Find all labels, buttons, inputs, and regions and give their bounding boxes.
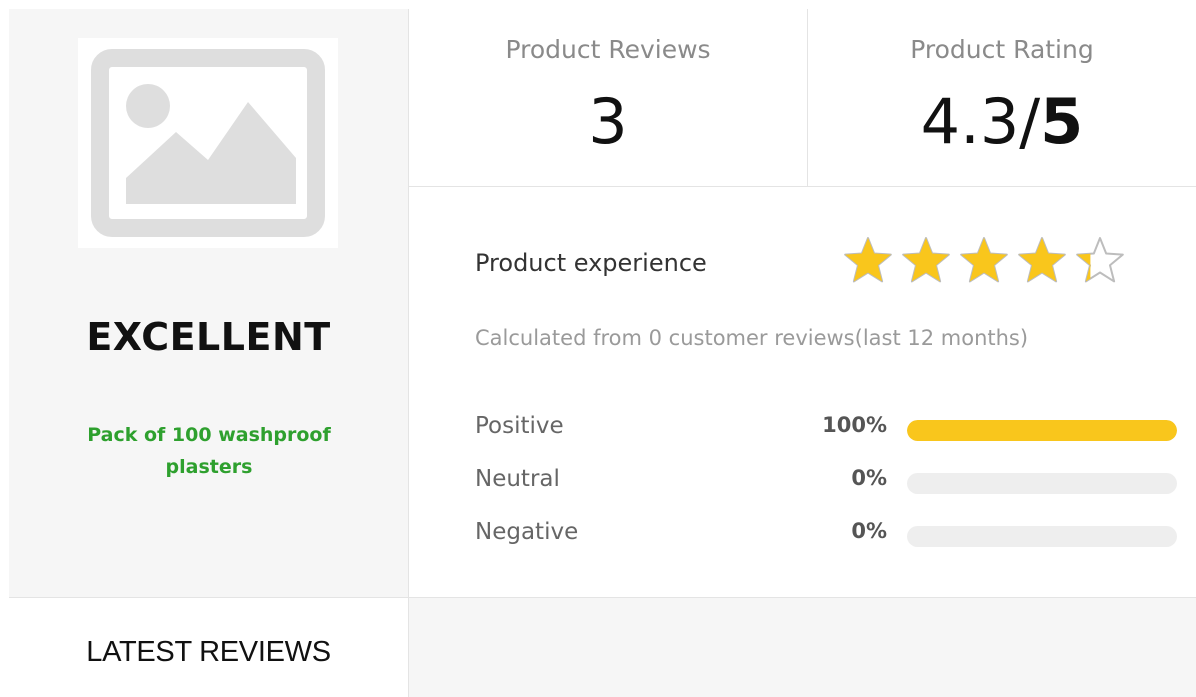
latest-reviews-header: LATEST REVIEWS <box>9 598 408 697</box>
sentiment-percent: 100% <box>822 413 887 437</box>
sentiment-bar <box>907 473 1177 494</box>
product-reviews-count: 3 <box>588 85 628 158</box>
calculation-note: Calculated from 0 customer reviews(last … <box>475 326 1029 350</box>
star-icon <box>902 237 950 283</box>
sentiment-percent: 0% <box>851 519 887 543</box>
sentiment-label: Positive <box>475 413 564 439</box>
footer-divider <box>9 597 1196 598</box>
sentiment-row-neutral: Neutral 0% <box>475 463 1177 499</box>
sentiment-label: Negative <box>475 519 579 545</box>
rating-separator: / <box>1019 85 1041 158</box>
product-rating-stat: Product Rating 4.3/5 <box>808 9 1196 186</box>
sentiment-row-negative: Negative 0% <box>475 516 1177 552</box>
star-icon <box>1018 237 1066 283</box>
product-name-link[interactable]: Pack of 100 washproof plasters <box>69 419 349 483</box>
latest-reviews-title: LATEST REVIEWS <box>86 636 331 668</box>
star-icon <box>1076 237 1124 283</box>
product-summary-panel: EXCELLENT Pack of 100 washproof plasters <box>9 9 408 597</box>
star-rating <box>844 237 1124 283</box>
rating-max: 5 <box>1040 85 1084 158</box>
sentiment-label: Neutral <box>475 466 560 492</box>
reviews-list-area <box>409 598 1196 697</box>
product-reviews-label: Product Reviews <box>505 35 711 64</box>
sentiment-row-positive: Positive 100% <box>475 410 1177 446</box>
star-icon <box>960 237 1008 283</box>
star-icon <box>844 237 892 283</box>
sentiment-percent: 0% <box>851 466 887 490</box>
sentiment-bar-fill <box>907 420 1177 441</box>
section-divider <box>409 186 1196 187</box>
sentiment-bar <box>907 420 1177 441</box>
product-rating-value: 4.3/5 <box>808 85 1196 158</box>
rating-score: 4.3 <box>920 85 1020 158</box>
product-rating-label: Product Rating <box>910 35 1094 64</box>
product-image-placeholder <box>78 38 338 248</box>
product-experience-label: Product experience <box>475 249 707 277</box>
product-reviews-stat: Product Reviews 3 <box>409 9 807 186</box>
sentiment-bar <box>907 526 1177 547</box>
image-placeholder-icon <box>91 49 325 237</box>
review-summary-page: EXCELLENT Pack of 100 washproof plasters… <box>0 0 1196 697</box>
rating-grade: EXCELLENT <box>86 315 331 359</box>
